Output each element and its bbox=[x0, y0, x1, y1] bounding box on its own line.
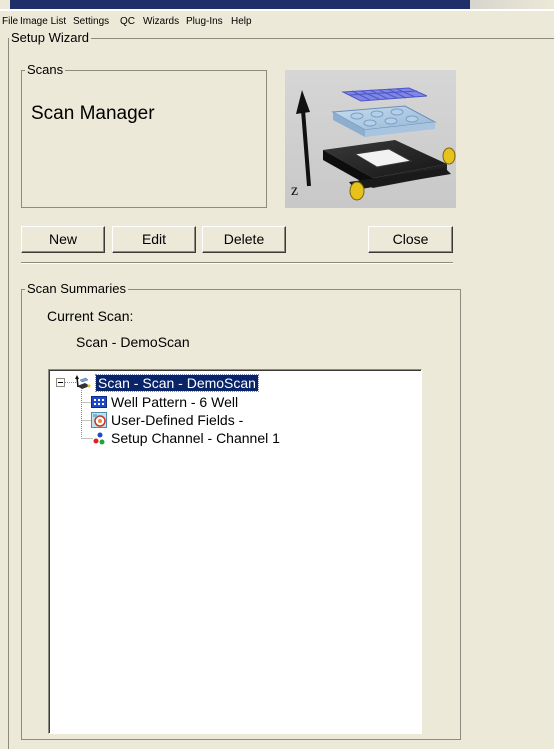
close-button[interactable]: Close bbox=[368, 226, 453, 253]
user-defined-fields-icon bbox=[91, 412, 107, 428]
microscope-stage-icon: z bbox=[285, 70, 456, 208]
setup-wizard-title: Setup Wizard bbox=[9, 30, 92, 45]
menu-settings[interactable]: Settings bbox=[73, 16, 109, 27]
color-channel-dots-icon bbox=[91, 430, 107, 446]
delete-button[interactable]: Delete bbox=[202, 226, 286, 253]
tree-collapse-toggle[interactable] bbox=[56, 378, 65, 387]
scan-microscope-icon bbox=[75, 375, 91, 391]
menu-image-list[interactable]: Image List bbox=[20, 16, 66, 27]
svg-text:z: z bbox=[291, 182, 298, 199]
menu-plug-ins[interactable]: Plug-Ins bbox=[186, 16, 223, 27]
tree-item-well-pattern-label: Well Pattern - 6 Well bbox=[111, 394, 239, 410]
stage-preview-image: z bbox=[285, 70, 456, 208]
menu-wizards[interactable]: Wizards bbox=[143, 16, 179, 27]
current-scan-value: Scan - DemoScan bbox=[76, 334, 190, 350]
tree-item-user-defined-fields-label: User-Defined Fields - bbox=[111, 412, 244, 428]
new-button[interactable]: New bbox=[21, 226, 105, 253]
scans-group-title: Scans bbox=[25, 62, 66, 77]
tree-item-setup-channel-label: Setup Channel - Channel 1 bbox=[111, 430, 280, 446]
scan-manager-heading: Scan Manager bbox=[31, 103, 155, 124]
scan-summaries-title: Scan Summaries bbox=[25, 281, 128, 296]
edit-button[interactable]: Edit bbox=[112, 226, 196, 253]
tree-item-scan-label: Scan - Scan - DemoScan bbox=[95, 374, 259, 392]
scans-groupbox bbox=[21, 70, 267, 208]
well-plate-icon bbox=[91, 394, 107, 410]
button-separator bbox=[21, 262, 453, 264]
current-scan-label: Current Scan: bbox=[47, 308, 134, 324]
menu-file[interactable]: File bbox=[2, 16, 18, 27]
menu-qc[interactable]: QC bbox=[120, 16, 135, 27]
menu-help[interactable]: Help bbox=[231, 16, 252, 27]
scan-summary-tree[interactable]: Scan - Scan - DemoScan Well Pattern - 6 … bbox=[48, 369, 422, 734]
